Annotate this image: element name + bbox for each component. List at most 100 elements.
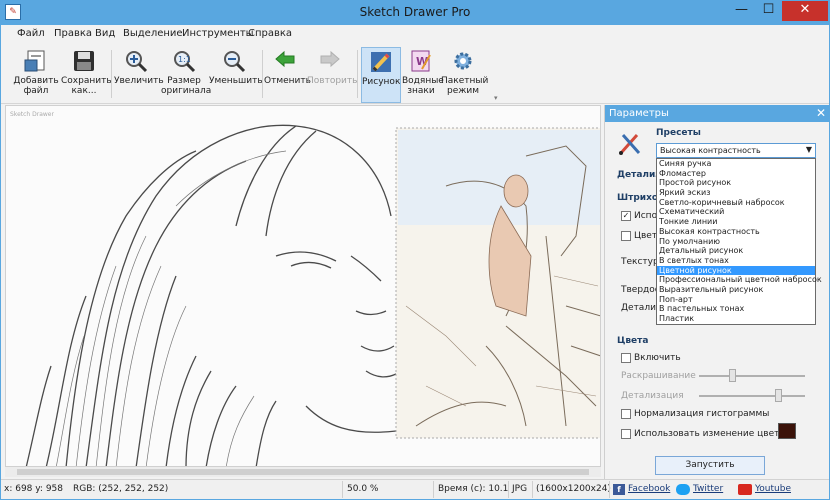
redo-arrow-icon [320,50,340,68]
status-size: (1600x1200x24) [536,484,611,494]
menu-selection[interactable]: Выделение [123,28,183,39]
menu-file[interactable]: Файл [17,28,45,39]
preset-option[interactable]: Поп-арт [657,295,815,305]
preset-option[interactable]: Тонкие линии [657,217,815,227]
canvas-watermark: Sketch Drawer [10,111,54,118]
svg-text:1:1: 1:1 [178,55,191,64]
chevron-down-icon: ▼ [805,145,812,154]
status-divider [433,481,434,498]
twitter-link[interactable]: Twitter [693,484,723,494]
presets-dropdown[interactable]: Высокая контрастность ▼ [656,143,816,158]
use-checkbox[interactable]: ✓ [621,211,631,221]
status-divider [342,481,343,498]
detailing-slider-knob[interactable] [775,389,782,402]
detailing-label: Детализация [621,391,684,401]
coloring-slider-knob[interactable] [729,369,736,382]
preset-option[interactable]: Синяя ручка [657,159,815,169]
facebook-icon: f [613,484,625,495]
toolbar-separator [262,50,263,98]
run-button[interactable]: Запустить [655,456,765,475]
original-size-button[interactable]: 1:1 Размер оригинала [161,47,211,103]
zoom-in-icon [126,51,148,73]
floppy-icon [74,51,94,71]
presets-label: Пресеты [656,128,701,138]
twitter-icon [676,484,690,495]
preset-option[interactable]: Яркий эскиз [657,188,815,198]
facebook-link[interactable]: Facebook [628,484,670,494]
status-coords: x: 698 y: 958 [4,484,64,494]
horizontal-scrollbar[interactable] [5,467,601,477]
color-swatch[interactable] [778,423,796,439]
enable-colors-checkbox[interactable] [621,353,631,363]
zoom-out-label: Уменьшить [209,76,263,86]
colors-section-label: Цвета [617,336,649,346]
batch-mode-button[interactable]: Пакетный режим [441,47,489,103]
youtube-icon [738,484,752,495]
preset-option[interactable]: Выразительный рисунок [657,285,815,295]
menu-edit[interactable]: Правка [54,28,92,39]
preset-option[interactable]: Детальный рисунок [657,246,815,256]
menu-tools[interactable]: Инструменты [182,28,254,39]
color-change-label: Использовать изменение цвета [634,429,785,439]
toolbar: Добавить файл Сохранить как... Увеличить… [1,44,829,104]
preset-option[interactable]: Светло-коричневый набросок [657,198,815,208]
close-button[interactable]: ✕ [782,1,828,21]
toolbar-separator [357,50,358,98]
menu-view[interactable]: Вид [95,28,115,39]
drawing-label: Рисунок [362,77,401,87]
preset-option[interactable]: В светлых тонах [657,256,815,266]
scrollbar-thumb[interactable] [17,469,589,475]
presets-dropdown-list[interactable]: Синяя ручка Фломастер Простой рисунок Яркий… [656,158,822,325]
preset-option[interactable]: Пластик [657,314,815,324]
menu-bar: Файл Правка Вид Выделение Инструменты Сп… [1,25,829,44]
status-format: JPG [512,484,528,494]
preset-option[interactable]: Схематический [657,207,815,217]
detailing-slider[interactable] [699,395,805,397]
preset-option[interactable]: В пастельных тонах [657,304,815,314]
status-time: Время (с): 10.1 [438,484,509,494]
add-file-label: Добавить файл [13,76,59,96]
zoom-original-icon: 1:1 [174,51,196,73]
coloring-slider[interactable] [699,375,805,377]
pencil-drawing-icon [371,52,391,72]
watermarks-button[interactable]: W Водяные знаки [402,47,444,103]
preset-option[interactable]: Простой рисунок [657,178,815,188]
image-canvas[interactable]: Sketch Drawer [5,105,601,467]
youtube-link[interactable]: Youtube [755,484,791,494]
histogram-checkbox[interactable] [621,409,631,419]
zoom-in-label: Увеличить [114,76,164,86]
preset-option[interactable]: Профессиональный цветной набросок [657,275,822,285]
toolbar-overflow-icon[interactable]: ▾ [494,94,498,102]
gear-icon [454,52,472,70]
zoom-out-button[interactable]: Уменьшить [209,47,263,103]
redo-button[interactable]: Повторить [307,47,357,103]
status-divider [532,481,533,498]
coloring-label: Раскрашивание [621,371,696,381]
preset-option[interactable]: Цветной рисунок [657,265,815,276]
preset-option[interactable]: Высокая контрастность [657,227,815,237]
maximize-button[interactable]: ☐ [755,1,782,21]
window-title: Sketch Drawer Pro [359,5,471,19]
undo-button[interactable]: Отменить [264,47,311,103]
sketch-preview-image: Sketch Drawer [6,106,600,466]
menu-help[interactable]: Справка [248,28,292,39]
save-as-button[interactable]: Сохранить как... [61,47,112,103]
parameters-panel: Параметры ✕ Пресеты Высокая контрастност… [604,105,830,479]
color-strokes-checkbox[interactable] [621,231,631,241]
status-rgb: RGB: (252, 252, 252) [73,484,169,494]
zoom-in-button[interactable]: Увеличить [114,47,164,103]
watermark-icon: W [411,50,431,72]
enable-colors-label: Включить [634,353,681,363]
panel-close-icon[interactable]: ✕ [816,106,826,120]
undo-label: Отменить [264,76,311,86]
zoom-out-icon [224,51,246,73]
original-size-label: Размер оригинала [161,76,212,96]
add-file-button[interactable]: Добавить файл [13,47,59,103]
toolbar-separator [111,50,112,98]
drawing-button[interactable]: Рисунок [361,47,401,103]
color-change-checkbox[interactable] [621,429,631,439]
preset-option[interactable]: По умолчанию [657,237,815,247]
minimize-button[interactable]: — [728,1,755,21]
preset-option[interactable]: Фломастер [657,169,815,179]
batch-mode-label: Пакетный режим [441,76,489,96]
